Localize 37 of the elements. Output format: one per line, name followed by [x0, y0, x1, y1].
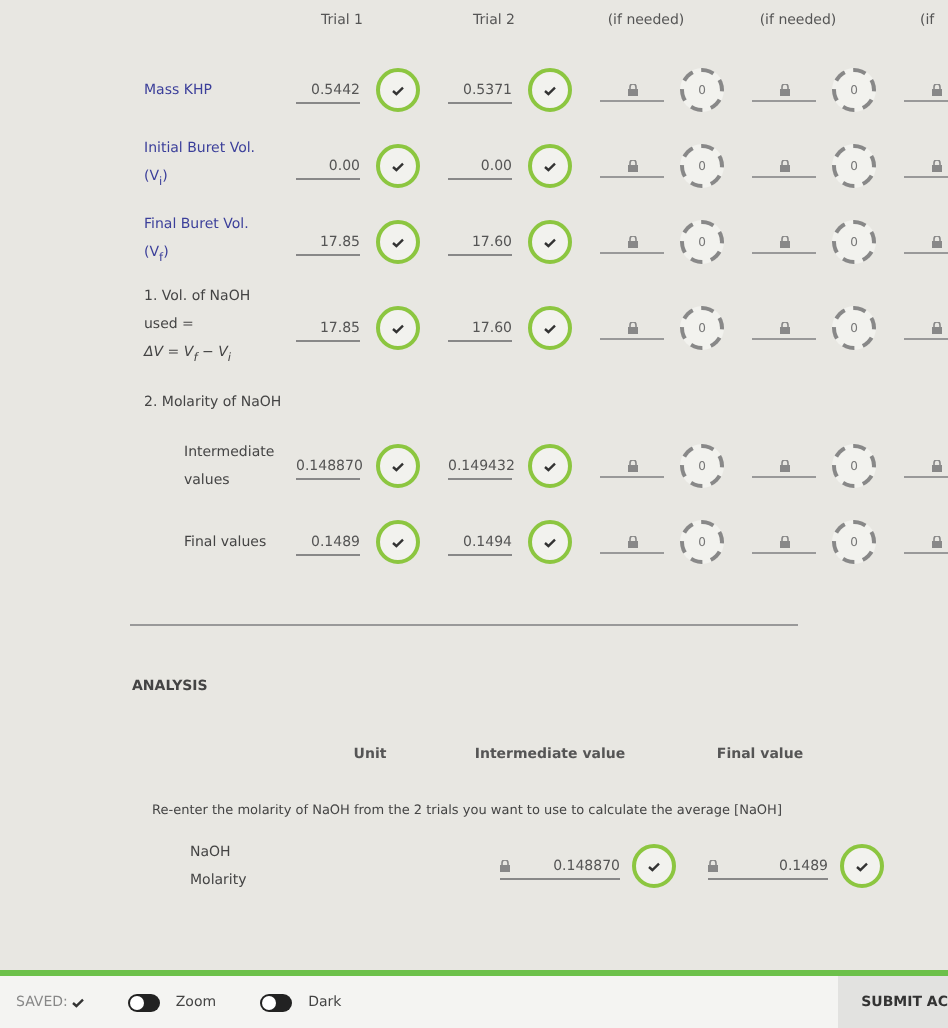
check-icon — [392, 323, 404, 333]
lock-icon — [779, 459, 789, 471]
check-icon — [71, 997, 84, 1007]
lock-icon — [931, 83, 941, 95]
lock-icon — [779, 159, 789, 171]
check-icon — [648, 861, 660, 871]
check-icon — [544, 323, 556, 333]
lock-icon — [627, 159, 637, 171]
check-icon — [392, 461, 404, 471]
lock-icon — [627, 321, 637, 333]
lock-icon — [931, 235, 941, 247]
check-icon — [544, 161, 556, 171]
lock-icon — [627, 459, 637, 471]
check-icon — [392, 85, 404, 95]
check-icon — [544, 85, 556, 95]
lock-icon — [779, 235, 789, 247]
lock-icon — [627, 535, 637, 547]
check-icon — [544, 461, 556, 471]
check-icon — [856, 861, 868, 871]
lock-icon — [931, 321, 941, 333]
check-icon — [392, 237, 404, 247]
lock-icon — [500, 859, 510, 871]
toggle-switch[interactable] — [127, 993, 160, 1011]
check-icon — [392, 161, 404, 171]
lock-icon — [779, 535, 789, 547]
lock-icon — [779, 83, 789, 95]
lock-icon — [627, 235, 637, 247]
check-icon — [544, 537, 556, 547]
check-icon — [544, 237, 556, 247]
lock-icon — [708, 859, 718, 871]
toggle-switch[interactable] — [260, 993, 293, 1011]
lock-icon — [627, 83, 637, 95]
check-icon — [392, 537, 404, 547]
lock-icon — [931, 535, 941, 547]
lock-icon — [931, 159, 941, 171]
lock-icon — [779, 321, 789, 333]
lock-icon — [931, 459, 941, 471]
